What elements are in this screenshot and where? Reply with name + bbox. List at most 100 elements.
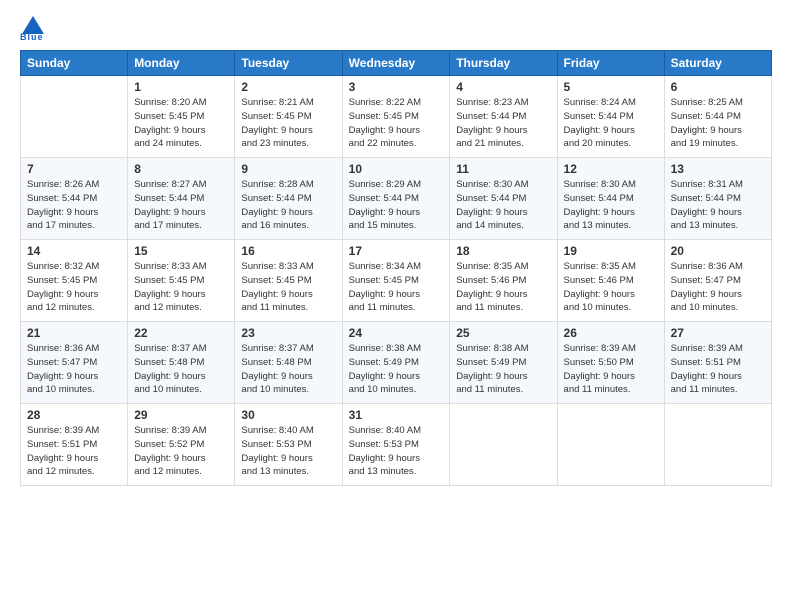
header: Blue bbox=[20, 16, 772, 42]
calendar-cell: 2 Sunrise: 8:21 AM Sunset: 5:45 PM Daylig… bbox=[235, 76, 342, 158]
calendar-cell: 24Sunrise: 8:38 AM Sunset: 5:49 PM Dayli… bbox=[342, 322, 450, 404]
calendar-cell: 14 Sunrise: 8:32 AM Sunset: 5:45 PM Dayli… bbox=[21, 240, 128, 322]
day-info: Sunrise: 8:23 AM Sunset: 5:44 PM Dayligh… bbox=[456, 96, 550, 151]
calendar-cell: 11 Sunrise: 8:30 AM Sunset: 5:44 PM Dayli… bbox=[450, 158, 557, 240]
day-info: Sunrise: 8:31 AM Sunset: 5:44 PM Dayligh… bbox=[671, 178, 765, 233]
day-number: 23 bbox=[241, 326, 335, 340]
day-number: 5 bbox=[564, 80, 658, 94]
weekday-header-thursday: Thursday bbox=[450, 51, 557, 76]
day-number: 29 bbox=[134, 408, 228, 422]
day-info: Sunrise: 8:38 AM Sunset: 5:49 PM Dayligh… bbox=[456, 342, 550, 397]
calendar-cell: 8 Sunrise: 8:27 AM Sunset: 5:44 PM Daylig… bbox=[128, 158, 235, 240]
day-info: Sunrise: 8:27 AM Sunset: 5:44 PM Dayligh… bbox=[134, 178, 228, 233]
day-info: Sunrise: 8:30 AM Sunset: 5:44 PM Dayligh… bbox=[564, 178, 658, 233]
day-number: 18 bbox=[456, 244, 550, 258]
day-number: 26 bbox=[564, 326, 658, 340]
day-number: 15 bbox=[134, 244, 228, 258]
calendar-cell: 17 Sunrise: 8:34 AM Sunset: 5:45 PM Dayli… bbox=[342, 240, 450, 322]
day-info: Sunrise: 8:29 AM Sunset: 5:44 PM Dayligh… bbox=[349, 178, 444, 233]
day-number: 13 bbox=[671, 162, 765, 176]
day-number: 11 bbox=[456, 162, 550, 176]
day-info: Sunrise: 8:40 AM Sunset: 5:53 PM Dayligh… bbox=[241, 424, 335, 479]
day-number: 7 bbox=[27, 162, 121, 176]
weekday-header-monday: Monday bbox=[128, 51, 235, 76]
day-number: 8 bbox=[134, 162, 228, 176]
day-info: Sunrise: 8:22 AM Sunset: 5:45 PM Dayligh… bbox=[349, 96, 444, 151]
calendar-cell: 15 Sunrise: 8:33 AM Sunset: 5:45 PM Dayli… bbox=[128, 240, 235, 322]
day-number: 21 bbox=[27, 326, 121, 340]
day-info: Sunrise: 8:39 AM Sunset: 5:52 PM Dayligh… bbox=[134, 424, 228, 479]
day-info: Sunrise: 8:30 AM Sunset: 5:44 PM Dayligh… bbox=[456, 178, 550, 233]
calendar-cell: 23 Sunrise: 8:37 AM Sunset: 5:48 PM Dayli… bbox=[235, 322, 342, 404]
day-number: 4 bbox=[456, 80, 550, 94]
day-info: Sunrise: 8:39 AM Sunset: 5:51 PM Dayligh… bbox=[671, 342, 765, 397]
calendar-cell: 29 Sunrise: 8:39 AM Sunset: 5:52 PM Dayli… bbox=[128, 404, 235, 486]
calendar-week-5: 28Sunrise: 8:39 AM Sunset: 5:51 PM Dayli… bbox=[21, 404, 772, 486]
calendar-cell: 9Sunrise: 8:28 AM Sunset: 5:44 PM Daylig… bbox=[235, 158, 342, 240]
day-number: 19 bbox=[564, 244, 658, 258]
day-number: 30 bbox=[241, 408, 335, 422]
day-number: 12 bbox=[564, 162, 658, 176]
day-info: Sunrise: 8:32 AM Sunset: 5:45 PM Dayligh… bbox=[27, 260, 121, 315]
day-info: Sunrise: 8:36 AM Sunset: 5:47 PM Dayligh… bbox=[671, 260, 765, 315]
day-number: 22 bbox=[134, 326, 228, 340]
calendar-cell: 10 Sunrise: 8:29 AM Sunset: 5:44 PM Dayli… bbox=[342, 158, 450, 240]
calendar-cell: 18 Sunrise: 8:35 AM Sunset: 5:46 PM Dayli… bbox=[450, 240, 557, 322]
calendar-cell bbox=[21, 76, 128, 158]
day-info: Sunrise: 8:37 AM Sunset: 5:48 PM Dayligh… bbox=[241, 342, 335, 397]
calendar-cell: 19 Sunrise: 8:35 AM Sunset: 5:46 PM Dayli… bbox=[557, 240, 664, 322]
day-info: Sunrise: 8:25 AM Sunset: 5:44 PM Dayligh… bbox=[671, 96, 765, 151]
calendar-cell: 25 Sunrise: 8:38 AM Sunset: 5:49 PM Dayli… bbox=[450, 322, 557, 404]
day-number: 6 bbox=[671, 80, 765, 94]
calendar-cell: 12 Sunrise: 8:30 AM Sunset: 5:44 PM Dayli… bbox=[557, 158, 664, 240]
calendar-cell: 20 Sunrise: 8:36 AM Sunset: 5:47 PM Dayli… bbox=[664, 240, 771, 322]
calendar-cell: 3 Sunrise: 8:22 AM Sunset: 5:45 PM Daylig… bbox=[342, 76, 450, 158]
day-number: 10 bbox=[349, 162, 444, 176]
day-number: 3 bbox=[349, 80, 444, 94]
day-info: Sunrise: 8:34 AM Sunset: 5:45 PM Dayligh… bbox=[349, 260, 444, 315]
day-info: Sunrise: 8:38 AM Sunset: 5:49 PM Dayligh… bbox=[349, 342, 444, 397]
calendar-table: SundayMondayTuesdayWednesdayThursdayFrid… bbox=[20, 50, 772, 486]
day-info: Sunrise: 8:36 AM Sunset: 5:47 PM Dayligh… bbox=[27, 342, 121, 397]
weekday-header-friday: Friday bbox=[557, 51, 664, 76]
day-info: Sunrise: 8:21 AM Sunset: 5:45 PM Dayligh… bbox=[241, 96, 335, 151]
day-info: Sunrise: 8:39 AM Sunset: 5:50 PM Dayligh… bbox=[564, 342, 658, 397]
calendar-cell: 1Sunrise: 8:20 AM Sunset: 5:45 PM Daylig… bbox=[128, 76, 235, 158]
day-info: Sunrise: 8:28 AM Sunset: 5:44 PM Dayligh… bbox=[241, 178, 335, 233]
day-info: Sunrise: 8:37 AM Sunset: 5:48 PM Dayligh… bbox=[134, 342, 228, 397]
day-info: Sunrise: 8:33 AM Sunset: 5:45 PM Dayligh… bbox=[134, 260, 228, 315]
calendar-cell: 5 Sunrise: 8:24 AM Sunset: 5:44 PM Daylig… bbox=[557, 76, 664, 158]
day-info: Sunrise: 8:40 AM Sunset: 5:53 PM Dayligh… bbox=[349, 424, 444, 479]
calendar-week-1: 1Sunrise: 8:20 AM Sunset: 5:45 PM Daylig… bbox=[21, 76, 772, 158]
day-number: 1 bbox=[134, 80, 228, 94]
calendar-cell: 13 Sunrise: 8:31 AM Sunset: 5:44 PM Dayli… bbox=[664, 158, 771, 240]
day-info: Sunrise: 8:35 AM Sunset: 5:46 PM Dayligh… bbox=[456, 260, 550, 315]
day-number: 25 bbox=[456, 326, 550, 340]
day-info: Sunrise: 8:33 AM Sunset: 5:45 PM Dayligh… bbox=[241, 260, 335, 315]
day-info: Sunrise: 8:35 AM Sunset: 5:46 PM Dayligh… bbox=[564, 260, 658, 315]
calendar-cell bbox=[450, 404, 557, 486]
calendar-cell: 27Sunrise: 8:39 AM Sunset: 5:51 PM Dayli… bbox=[664, 322, 771, 404]
weekday-header-saturday: Saturday bbox=[664, 51, 771, 76]
calendar-week-2: 7 Sunrise: 8:26 AM Sunset: 5:44 PM Daylig… bbox=[21, 158, 772, 240]
calendar-cell: 31Sunrise: 8:40 AM Sunset: 5:53 PM Dayli… bbox=[342, 404, 450, 486]
calendar-cell: 28Sunrise: 8:39 AM Sunset: 5:51 PM Dayli… bbox=[21, 404, 128, 486]
calendar-cell bbox=[664, 404, 771, 486]
day-number: 17 bbox=[349, 244, 444, 258]
calendar-cell: 30 Sunrise: 8:40 AM Sunset: 5:53 PM Dayli… bbox=[235, 404, 342, 486]
calendar-week-4: 21 Sunrise: 8:36 AM Sunset: 5:47 PM Dayli… bbox=[21, 322, 772, 404]
calendar-cell: 22 Sunrise: 8:37 AM Sunset: 5:48 PM Dayli… bbox=[128, 322, 235, 404]
calendar-cell bbox=[557, 404, 664, 486]
day-number: 14 bbox=[27, 244, 121, 258]
day-number: 20 bbox=[671, 244, 765, 258]
day-info: Sunrise: 8:39 AM Sunset: 5:51 PM Dayligh… bbox=[27, 424, 121, 479]
calendar-cell: 21 Sunrise: 8:36 AM Sunset: 5:47 PM Dayli… bbox=[21, 322, 128, 404]
day-number: 2 bbox=[241, 80, 335, 94]
logo-tagline: Blue bbox=[20, 32, 44, 42]
day-info: Sunrise: 8:26 AM Sunset: 5:44 PM Dayligh… bbox=[27, 178, 121, 233]
weekday-header-row: SundayMondayTuesdayWednesdayThursdayFrid… bbox=[21, 51, 772, 76]
calendar-week-3: 14 Sunrise: 8:32 AM Sunset: 5:45 PM Dayli… bbox=[21, 240, 772, 322]
day-info: Sunrise: 8:24 AM Sunset: 5:44 PM Dayligh… bbox=[564, 96, 658, 151]
day-number: 16 bbox=[241, 244, 335, 258]
calendar-cell: 4 Sunrise: 8:23 AM Sunset: 5:44 PM Daylig… bbox=[450, 76, 557, 158]
